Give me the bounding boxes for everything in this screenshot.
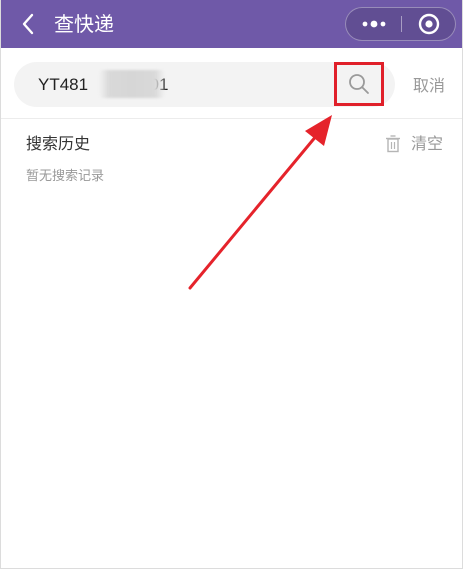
search-history-heading: 搜索历史 — [26, 134, 91, 153]
tracking-number-input[interactable] — [38, 62, 328, 107]
divider — [1, 118, 462, 119]
back-button[interactable] — [13, 8, 43, 40]
redacted-digits-mask — [99, 70, 165, 98]
close-mini-program-button[interactable] — [402, 8, 455, 40]
chevron-left-icon — [22, 13, 34, 35]
search-button[interactable] — [334, 62, 384, 106]
clear-history-button[interactable]: 清空 — [385, 132, 443, 156]
ellipsis-icon — [362, 20, 385, 28]
title-bar: 查快递 — [1, 0, 462, 48]
page-title: 查快递 — [54, 12, 114, 36]
clear-history-label: 清空 — [411, 134, 444, 153]
mini-program-capsule — [345, 7, 456, 41]
cancel-button[interactable]: 取消 — [413, 74, 445, 98]
trash-icon — [386, 135, 400, 153]
target-circle-icon — [418, 13, 439, 35]
search-icon — [349, 74, 369, 94]
empty-history-text: 暂无搜索记录 — [26, 169, 105, 184]
more-button[interactable] — [346, 8, 401, 40]
